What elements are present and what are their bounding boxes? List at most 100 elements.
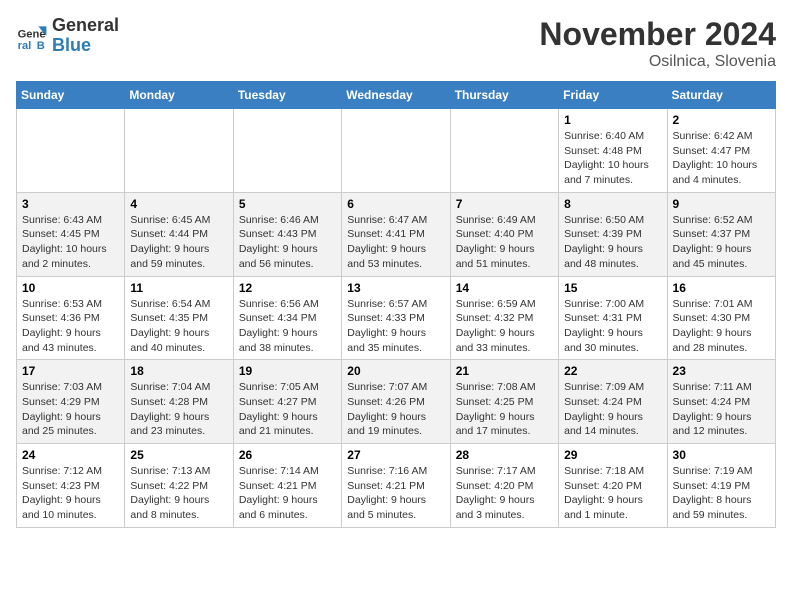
calendar-cell: 9Sunrise: 6:52 AMSunset: 4:37 PMDaylight… [667,192,775,276]
calendar-cell: 12Sunrise: 6:56 AMSunset: 4:34 PMDayligh… [233,276,341,360]
calendar-cell: 3 Sunrise: 6:43 AMSunset: 4:45 PMDaylight… [17,192,125,276]
day-info: Sunrise: 6:50 AMSunset: 4:39 PMDaylight:… [564,213,661,272]
weekday-header-row: SundayMondayTuesdayWednesdayThursdayFrid… [17,82,776,109]
day-info: Sunrise: 6:57 AMSunset: 4:33 PMDaylight:… [347,297,444,356]
day-info: Sunrise: 7:05 AMSunset: 4:27 PMDaylight:… [239,380,336,439]
day-info: Sunrise: 6:52 AMSunset: 4:37 PMDaylight:… [673,213,770,272]
calendar-cell: 27Sunrise: 7:16 AMSunset: 4:21 PMDayligh… [342,444,450,528]
calendar-cell: 10 Sunrise: 6:53 AMSunset: 4:36 PMDayligh… [17,276,125,360]
calendar-table: SundayMondayTuesdayWednesdayThursdayFrid… [16,81,776,528]
calendar-cell: 8Sunrise: 6:50 AMSunset: 4:39 PMDaylight… [559,192,667,276]
day-number: 13 [347,281,444,295]
calendar-body: 1 Sunrise: 6:40 AMSunset: 4:48 PMDaylight… [17,109,776,528]
day-info: Sunrise: 6:40 AMSunset: 4:48 PMDaylight:… [564,129,661,188]
day-info: Sunrise: 7:08 AMSunset: 4:25 PMDaylight:… [456,380,553,439]
calendar-cell: 16Sunrise: 7:01 AMSunset: 4:30 PMDayligh… [667,276,775,360]
day-info: Sunrise: 7:13 AMSunset: 4:22 PMDaylight:… [130,464,227,523]
logo-blue-text: Blue [52,36,119,56]
calendar-cell: 11 Sunrise: 6:54 AMSunset: 4:35 PMDayligh… [125,276,233,360]
calendar-cell: 21 Sunrise: 7:08 AMSunset: 4:25 PMDayligh… [450,360,558,444]
calendar-cell: 29 Sunrise: 7:18 AMSunset: 4:20 PMDayligh… [559,444,667,528]
day-info: Sunrise: 7:07 AMSunset: 4:26 PMDaylight:… [347,380,444,439]
day-number: 21 [456,364,553,378]
day-info: Sunrise: 7:00 AMSunset: 4:31 PMDaylight:… [564,297,661,356]
day-number: 26 [239,448,336,462]
day-number: 25 [130,448,227,462]
calendar-cell: 24 Sunrise: 7:12 AMSunset: 4:23 PMDayligh… [17,444,125,528]
day-number: 4 [130,197,227,211]
logo-general-text: General [52,16,119,36]
weekday-tuesday: Tuesday [233,82,341,109]
calendar-cell [450,109,558,193]
weekday-wednesday: Wednesday [342,82,450,109]
svg-text:B: B [37,40,45,52]
weekday-friday: Friday [559,82,667,109]
month-title: November 2024 [539,16,776,53]
weekday-sunday: Sunday [17,82,125,109]
week-row-5: 24 Sunrise: 7:12 AMSunset: 4:23 PMDayligh… [17,444,776,528]
logo: Gene ral B General Blue [16,16,119,56]
calendar-cell: 30 Sunrise: 7:19 AMSunset: 4:19 PMDayligh… [667,444,775,528]
calendar-cell: 18Sunrise: 7:04 AMSunset: 4:28 PMDayligh… [125,360,233,444]
calendar-cell: 19Sunrise: 7:05 AMSunset: 4:27 PMDayligh… [233,360,341,444]
day-number: 24 [22,448,119,462]
day-info: Sunrise: 6:54 AMSunset: 4:35 PMDaylight:… [130,297,227,356]
day-number: 29 [564,448,661,462]
day-info: Sunrise: 6:53 AMSunset: 4:36 PMDaylight:… [22,297,119,356]
week-row-2: 3 Sunrise: 6:43 AMSunset: 4:45 PMDaylight… [17,192,776,276]
day-info: Sunrise: 6:47 AMSunset: 4:41 PMDaylight:… [347,213,444,272]
calendar-cell: 13 Sunrise: 6:57 AMSunset: 4:33 PMDayligh… [342,276,450,360]
day-info: Sunrise: 7:14 AMSunset: 4:21 PMDaylight:… [239,464,336,523]
week-row-1: 1 Sunrise: 6:40 AMSunset: 4:48 PMDaylight… [17,109,776,193]
calendar-cell: 7 Sunrise: 6:49 AMSunset: 4:40 PMDaylight… [450,192,558,276]
title-block: November 2024 Osilnica, Slovenia [539,16,776,71]
logo-icon: Gene ral B [16,20,48,52]
day-info: Sunrise: 6:46 AMSunset: 4:43 PMDaylight:… [239,213,336,272]
day-number: 30 [673,448,770,462]
day-info: Sunrise: 7:16 AMSunset: 4:21 PMDaylight:… [347,464,444,523]
day-number: 3 [22,197,119,211]
day-number: 7 [456,197,553,211]
day-number: 2 [673,113,770,127]
week-row-4: 17Sunrise: 7:03 AMSunset: 4:29 PMDayligh… [17,360,776,444]
calendar-cell: 23Sunrise: 7:11 AMSunset: 4:24 PMDayligh… [667,360,775,444]
day-number: 6 [347,197,444,211]
day-info: Sunrise: 7:19 AMSunset: 4:19 PMDaylight:… [673,464,770,523]
calendar-cell: 14 Sunrise: 6:59 AMSunset: 4:32 PMDayligh… [450,276,558,360]
day-info: Sunrise: 6:42 AMSunset: 4:47 PMDaylight:… [673,129,770,188]
weekday-saturday: Saturday [667,82,775,109]
calendar-cell: 22 Sunrise: 7:09 AMSunset: 4:24 PMDayligh… [559,360,667,444]
day-number: 11 [130,281,227,295]
day-info: Sunrise: 7:18 AMSunset: 4:20 PMDaylight:… [564,464,661,523]
day-number: 22 [564,364,661,378]
day-info: Sunrise: 7:04 AMSunset: 4:28 PMDaylight:… [130,380,227,439]
calendar-cell [125,109,233,193]
svg-text:Gene: Gene [18,28,46,40]
calendar-cell: 28Sunrise: 7:17 AMSunset: 4:20 PMDayligh… [450,444,558,528]
calendar-cell: 6 Sunrise: 6:47 AMSunset: 4:41 PMDaylight… [342,192,450,276]
calendar-cell: 25 Sunrise: 7:13 AMSunset: 4:22 PMDayligh… [125,444,233,528]
day-number: 1 [564,113,661,127]
day-number: 12 [239,281,336,295]
day-number: 23 [673,364,770,378]
day-info: Sunrise: 7:03 AMSunset: 4:29 PMDaylight:… [22,380,119,439]
day-info: Sunrise: 7:09 AMSunset: 4:24 PMDaylight:… [564,380,661,439]
day-info: Sunrise: 6:59 AMSunset: 4:32 PMDaylight:… [456,297,553,356]
week-row-3: 10 Sunrise: 6:53 AMSunset: 4:36 PMDayligh… [17,276,776,360]
svg-text:ral: ral [18,40,32,52]
day-number: 10 [22,281,119,295]
day-info: Sunrise: 6:49 AMSunset: 4:40 PMDaylight:… [456,213,553,272]
calendar-header: SundayMondayTuesdayWednesdayThursdayFrid… [17,82,776,109]
day-number: 14 [456,281,553,295]
location: Osilnica, Slovenia [539,53,776,71]
calendar-cell: 17Sunrise: 7:03 AMSunset: 4:29 PMDayligh… [17,360,125,444]
calendar-cell: 4 Sunrise: 6:45 AMSunset: 4:44 PMDaylight… [125,192,233,276]
day-info: Sunrise: 6:45 AMSunset: 4:44 PMDaylight:… [130,213,227,272]
logo-text: General Blue [52,16,119,56]
day-info: Sunrise: 6:43 AMSunset: 4:45 PMDaylight:… [22,213,119,272]
page-header: Gene ral B General Blue November 2024 Os… [16,16,776,71]
day-info: Sunrise: 7:12 AMSunset: 4:23 PMDaylight:… [22,464,119,523]
calendar-cell: 5Sunrise: 6:46 AMSunset: 4:43 PMDaylight… [233,192,341,276]
day-number: 15 [564,281,661,295]
day-number: 20 [347,364,444,378]
